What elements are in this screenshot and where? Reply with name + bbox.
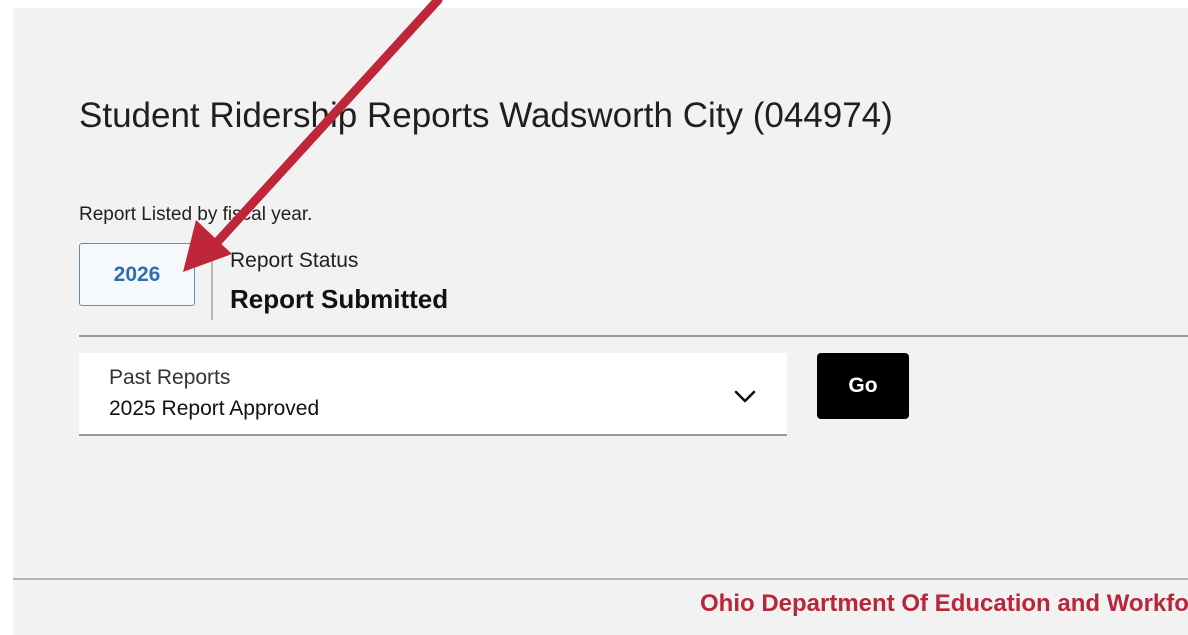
past-reports-selected-value: 2025 Report Approved bbox=[109, 397, 320, 420]
footer-agency-name: Ohio Department Of Education and Workfor… bbox=[700, 590, 1188, 617]
fiscal-year-tab-label: 2026 bbox=[113, 262, 161, 286]
report-status-value: Report Submitted bbox=[230, 284, 449, 314]
vertical-divider bbox=[211, 248, 213, 320]
section-divider bbox=[79, 335, 1188, 337]
past-reports-label: Past Reports bbox=[109, 366, 231, 389]
report-status-label: Report Status bbox=[230, 249, 359, 272]
chevron-down-icon bbox=[734, 390, 756, 403]
footer-divider bbox=[13, 578, 1188, 580]
fiscal-year-note: Report Listed by fiscal year. bbox=[79, 204, 313, 225]
page-panel: Student Ridership Reports Wadsworth City… bbox=[13, 8, 1188, 635]
past-reports-select[interactable]: Past Reports 2025 Report Approved bbox=[79, 353, 787, 436]
fiscal-year-tab-2026[interactable]: 2026 bbox=[79, 243, 195, 306]
page-title: Student Ridership Reports Wadsworth City… bbox=[79, 96, 893, 135]
go-button[interactable]: Go bbox=[817, 353, 909, 419]
